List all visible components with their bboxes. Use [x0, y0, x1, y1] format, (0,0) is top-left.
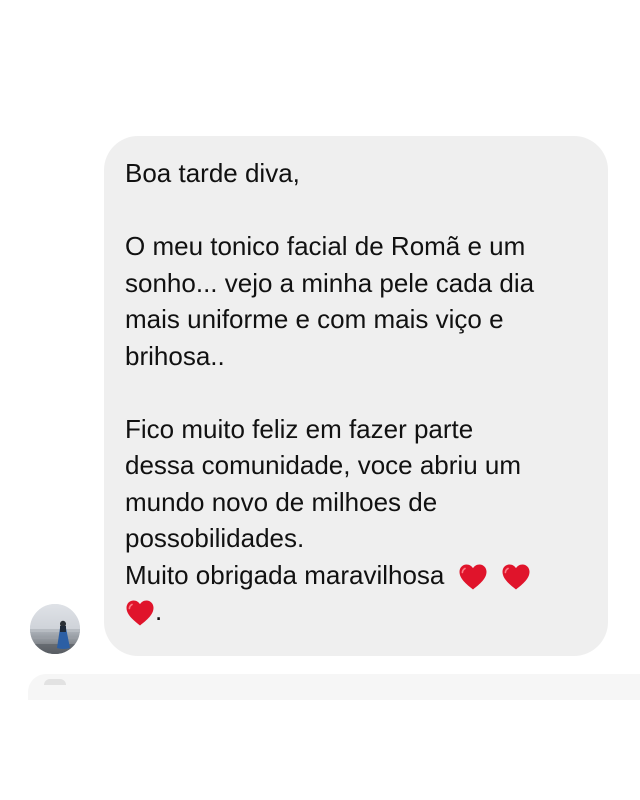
message-paragraph: Boa tarde diva,: [125, 155, 598, 192]
next-message-bubble-edge: [28, 674, 640, 700]
message-line: dessa comunidade, voce abriu um: [125, 450, 522, 480]
message-line: mundo novo de milhoes de: [125, 486, 438, 517]
red-heart-icon: [125, 599, 155, 627]
message-paragraph: Fico muito feliz em fazer parte dessa co…: [125, 411, 598, 630]
message-closing-text: Muito obrigada maravilhosa: [125, 559, 445, 590]
message-bubble[interactable]: Boa tarde diva, O meu tonico facial de R…: [104, 136, 608, 656]
message-line: sonho... vejo a minha pele cada dia: [125, 267, 535, 298]
heart-emojis: [452, 560, 531, 590]
message-line: possobilidades.: [125, 523, 305, 553]
sender-avatar[interactable]: [30, 604, 80, 654]
message-closing-period: .: [155, 596, 163, 626]
red-heart-icon: [501, 563, 531, 591]
red-heart-icon: [458, 563, 488, 591]
message-line: Boa tarde diva,: [125, 158, 300, 188]
message-line: O meu tonico facial de Romã e um: [125, 231, 526, 261]
message-line: brihosa..: [125, 340, 225, 371]
beach-profile-photo-icon: [30, 604, 80, 654]
next-avatar-edge: [44, 679, 66, 685]
message-line: mais uniforme e com mais viço e: [125, 304, 504, 334]
chat-screen: Boa tarde diva, O meu tonico facial de R…: [0, 0, 640, 800]
message-closing-line-2: .: [125, 593, 598, 630]
message-closing-line: Muito obrigada maravilhosa: [125, 557, 598, 594]
message-paragraph: O meu tonico facial de Romã e um sonho..…: [125, 228, 598, 374]
message-line: Fico muito feliz em fazer parte: [125, 413, 474, 444]
